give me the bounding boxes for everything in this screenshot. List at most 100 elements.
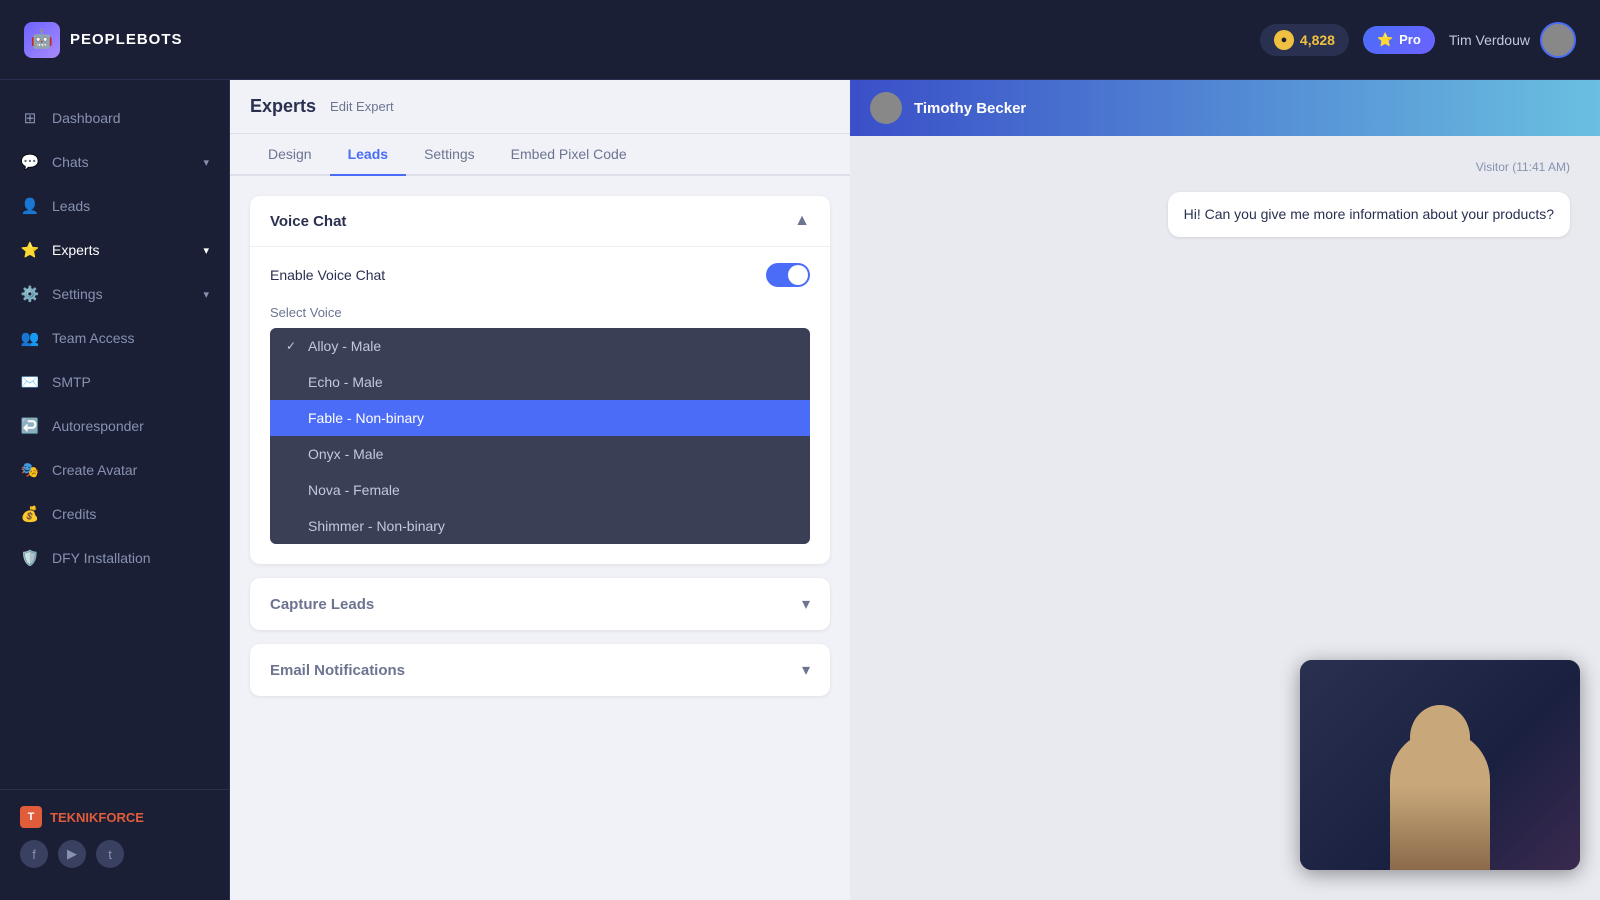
sidebar-label-smtp: SMTP <box>52 374 91 390</box>
capture-leads-section: Capture Leads ▾ <box>250 578 830 630</box>
sidebar-item-dfy-installation[interactable]: 🛡️ DFY Installation <box>0 536 229 580</box>
credits-badge[interactable]: ● 4,828 <box>1260 24 1349 56</box>
twitter-icon[interactable]: t <box>96 840 124 868</box>
voice-label-onyx-male: Onyx - Male <box>308 446 383 462</box>
voice-chat-title: Voice Chat <box>270 213 346 230</box>
chats-icon: 💬 <box>20 152 40 172</box>
voice-chat-collapse-icon: ▲ <box>794 212 810 230</box>
experts-chevron: ▾ <box>203 244 209 257</box>
sidebar-label-leads: Leads <box>52 198 90 214</box>
voice-dropdown[interactable]: ✓ Alloy - Male Echo - Male <box>270 328 810 544</box>
capture-leads-header[interactable]: Capture Leads ▾ <box>250 578 830 630</box>
voice-option-shimmer-nonbinary[interactable]: Shimmer - Non-binary <box>270 508 810 544</box>
voice-label-alloy-male: Alloy - Male <box>308 338 381 354</box>
sidebar-nav: ⊞ Dashboard 💬 Chats ▾ 👤 Leads ⭐ Experts … <box>0 96 229 789</box>
dfy-icon: 🛡️ <box>20 548 40 568</box>
credits-amount: 4,828 <box>1300 32 1335 48</box>
email-notifications-title: Email Notifications <box>270 662 405 679</box>
coin-icon: ● <box>1274 30 1294 50</box>
app-name: PEOPLEBOTS <box>70 31 183 48</box>
sidebar-label-dashboard: Dashboard <box>52 110 121 126</box>
experts-header: Experts Edit Expert <box>230 80 850 134</box>
voice-option-alloy-male[interactable]: ✓ Alloy - Male <box>270 328 810 364</box>
teknikforce-logo: T TEKNIKFORCE <box>20 806 209 828</box>
sidebar: ⊞ Dashboard 💬 Chats ▾ 👤 Leads ⭐ Experts … <box>0 80 230 900</box>
sidebar-label-credits: Credits <box>52 506 96 522</box>
sidebar-label-autoresponder: Autoresponder <box>52 418 144 434</box>
credits-icon: 💰 <box>20 504 40 524</box>
voice-option-onyx-male[interactable]: Onyx - Male <box>270 436 810 472</box>
sidebar-item-leads[interactable]: 👤 Leads <box>0 184 229 228</box>
sidebar-label-dfy: DFY Installation <box>52 550 151 566</box>
select-voice-label: Select Voice <box>270 305 810 320</box>
edit-expert-link[interactable]: Edit Expert <box>330 99 394 114</box>
message-time: Visitor (11:41 AM) <box>880 160 1570 174</box>
facebook-icon[interactable]: f <box>20 840 48 868</box>
voice-chat-section: Voice Chat ▲ Enable Voice Chat Select Vo… <box>250 196 830 564</box>
sidebar-item-dashboard[interactable]: ⊞ Dashboard <box>0 96 229 140</box>
email-notifications-expand-icon: ▾ <box>802 660 810 680</box>
voice-option-fable-nonbinary[interactable]: Fable - Non-binary <box>270 400 810 436</box>
tab-settings[interactable]: Settings <box>406 134 493 176</box>
sidebar-label-settings: Settings <box>52 286 103 302</box>
voice-dropdown-wrapper: ✓ Alloy - Male Echo - Male <box>270 328 810 544</box>
social-icons: f ▶ t <box>20 840 209 868</box>
pro-badge[interactable]: ⭐ Pro <box>1363 26 1435 54</box>
tab-design[interactable]: Design <box>250 134 330 176</box>
sidebar-label-experts: Experts <box>52 242 99 258</box>
chat-bubble: Hi! Can you give me more information abo… <box>1168 192 1570 237</box>
settings-chevron: ▾ <box>203 288 209 301</box>
user-info: Tim Verdouw <box>1449 22 1576 58</box>
voice-chat-header[interactable]: Voice Chat ▲ <box>250 196 830 246</box>
youtube-icon[interactable]: ▶ <box>58 840 86 868</box>
settings-content: Voice Chat ▲ Enable Voice Chat Select Vo… <box>230 176 850 900</box>
pro-label: Pro <box>1399 32 1421 47</box>
user-name: Tim Verdouw <box>1449 32 1530 48</box>
logo-area: 🤖 PEOPLEBOTS <box>24 22 244 58</box>
sidebar-item-experts[interactable]: ⭐ Experts ▾ <box>0 228 229 272</box>
page-title: Experts <box>250 96 316 117</box>
video-overlay <box>1300 660 1580 870</box>
enable-voice-chat-toggle[interactable] <box>766 263 810 287</box>
sidebar-item-settings[interactable]: ⚙️ Settings ▾ <box>0 272 229 316</box>
capture-leads-expand-icon: ▾ <box>802 594 810 614</box>
sidebar-item-smtp[interactable]: ✉️ SMTP <box>0 360 229 404</box>
app-wrapper: 🤖 PEOPLEBOTS ● 4,828 ⭐ Pro Tim Verdouw <box>0 0 1600 900</box>
chat-contact-name: Timothy Becker <box>914 100 1026 117</box>
top-bar: 🤖 PEOPLEBOTS ● 4,828 ⭐ Pro Tim Verdouw <box>0 0 1600 80</box>
email-notifications-section: Email Notifications ▾ <box>250 644 830 696</box>
sidebar-item-autoresponder[interactable]: ↩️ Autoresponder <box>0 404 229 448</box>
dashboard-icon: ⊞ <box>20 108 40 128</box>
enable-voice-chat-row: Enable Voice Chat <box>270 263 810 287</box>
voice-option-nova-female[interactable]: Nova - Female <box>270 472 810 508</box>
content-area: Experts Edit Expert Design Leads Setting… <box>230 80 1600 900</box>
sidebar-item-chats[interactable]: 💬 Chats ▾ <box>0 140 229 184</box>
pro-icon: ⭐ <box>1377 32 1393 48</box>
sidebar-item-credits[interactable]: 💰 Credits <box>0 492 229 536</box>
enable-voice-chat-label: Enable Voice Chat <box>270 267 385 283</box>
voice-label-nova-female: Nova - Female <box>308 482 400 498</box>
video-placeholder <box>1300 660 1580 870</box>
voice-option-echo-male[interactable]: Echo - Male <box>270 364 810 400</box>
sidebar-item-create-avatar[interactable]: 🎭 Create Avatar <box>0 448 229 492</box>
settings-icon: ⚙️ <box>20 284 40 304</box>
autoresponder-icon: ↩️ <box>20 416 40 436</box>
tab-embed-pixel-code[interactable]: Embed Pixel Code <box>493 134 645 176</box>
video-person <box>1390 730 1490 870</box>
voice-label-shimmer-nonbinary: Shimmer - Non-binary <box>308 518 445 534</box>
chat-avatar <box>870 92 902 124</box>
tab-leads[interactable]: Leads <box>330 134 406 176</box>
create-avatar-icon: 🎭 <box>20 460 40 480</box>
smtp-icon: ✉️ <box>20 372 40 392</box>
sidebar-item-team-access[interactable]: 👥 Team Access <box>0 316 229 360</box>
top-bar-right: ● 4,828 ⭐ Pro Tim Verdouw <box>1260 22 1576 58</box>
voice-label-echo-male: Echo - Male <box>308 374 383 390</box>
chats-chevron: ▾ <box>203 156 209 169</box>
main-layout: ⊞ Dashboard 💬 Chats ▾ 👤 Leads ⭐ Experts … <box>0 80 1600 900</box>
email-notifications-header[interactable]: Email Notifications ▾ <box>250 644 830 696</box>
chat-header: Timothy Becker <box>850 80 1600 136</box>
sidebar-footer: T TEKNIKFORCE f ▶ t <box>0 789 229 884</box>
teknikforce-name: TEKNIKFORCE <box>50 810 144 825</box>
capture-leads-title: Capture Leads <box>270 596 374 613</box>
user-avatar[interactable] <box>1540 22 1576 58</box>
